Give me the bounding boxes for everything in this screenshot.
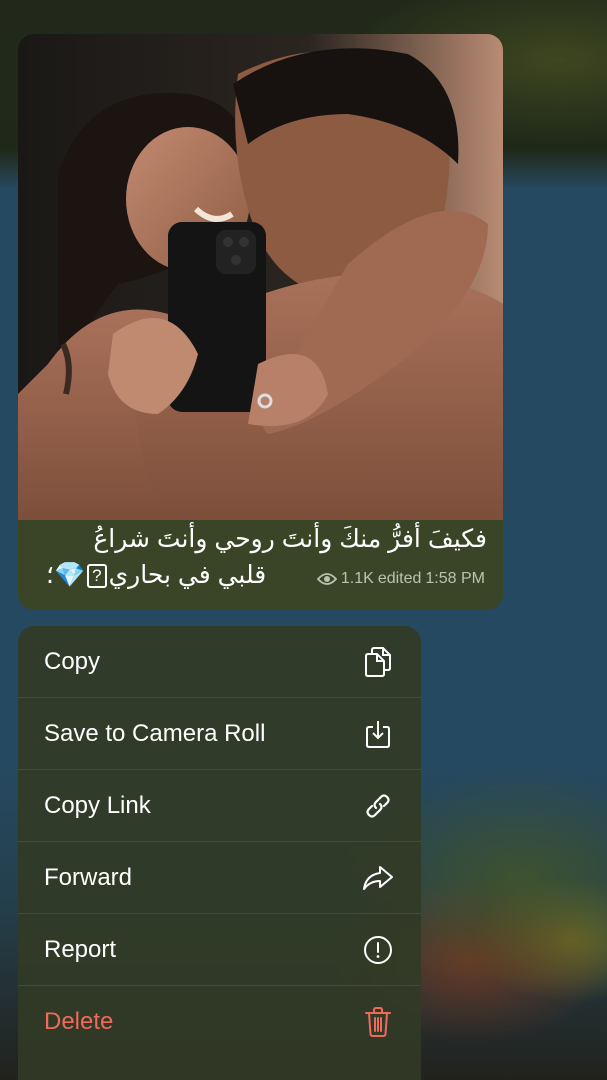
message-meta: 1.1K edited 1:58 PM <box>316 570 485 588</box>
message-time: 1:58 PM <box>425 570 485 587</box>
menu-item-label: Save to Camera Roll <box>44 719 266 747</box>
message-bubble[interactable]: فكيفَ أفرُّ منكَ وأنتَ روحي وأنتَ شراعُ … <box>18 34 503 610</box>
menu-item-label: Report <box>44 935 117 963</box>
eye-icon <box>316 573 337 585</box>
caption-line-2-text: قلبي في بحاري <box>108 561 267 589</box>
view-count: 1.1K <box>340 570 374 587</box>
trash-icon <box>361 1005 395 1039</box>
menu-item-label: Copy Link <box>44 791 151 819</box>
menu-item-label: Forward <box>44 863 133 891</box>
caption-line-1: فكيفَ أفرُّ منكَ وأنتَ روحي وأنتَ شراعُ <box>93 525 487 553</box>
menu-item-label: Delete <box>44 1007 114 1035</box>
menu-item-forward[interactable]: Forward <box>18 842 421 914</box>
message-photo[interactable] <box>18 34 503 520</box>
forward-arrow-icon <box>361 861 395 895</box>
menu-item-delete[interactable]: Delete <box>18 986 421 1057</box>
menu-item-report[interactable]: Report <box>18 914 421 986</box>
context-menu: Copy Save to Camera Roll Copy Link Forwa… <box>18 626 421 1080</box>
copy-icon <box>361 645 395 679</box>
report-exclamation-icon <box>361 933 395 967</box>
gem-emoji: 💎 <box>53 561 86 589</box>
menu-item-save-to-camera-roll[interactable]: Save to Camera Roll <box>18 698 421 770</box>
save-download-icon <box>361 717 395 751</box>
menu-item-copy-link[interactable]: Copy Link <box>18 770 421 842</box>
menu-item-label: Copy <box>44 647 101 675</box>
menu-item-copy[interactable]: Copy <box>18 626 421 698</box>
caption-line-2: قلبي في بحاري?💎؛ <box>46 560 266 590</box>
unsupported-glyph-box: ? <box>87 564 107 589</box>
edited-label: edited <box>377 570 422 587</box>
link-icon <box>361 789 395 823</box>
caption-line-2-end: ؛ <box>46 561 54 589</box>
message-caption: فكيفَ أفرُّ منكَ وأنتَ روحي وأنتَ شراعُ … <box>18 520 503 610</box>
